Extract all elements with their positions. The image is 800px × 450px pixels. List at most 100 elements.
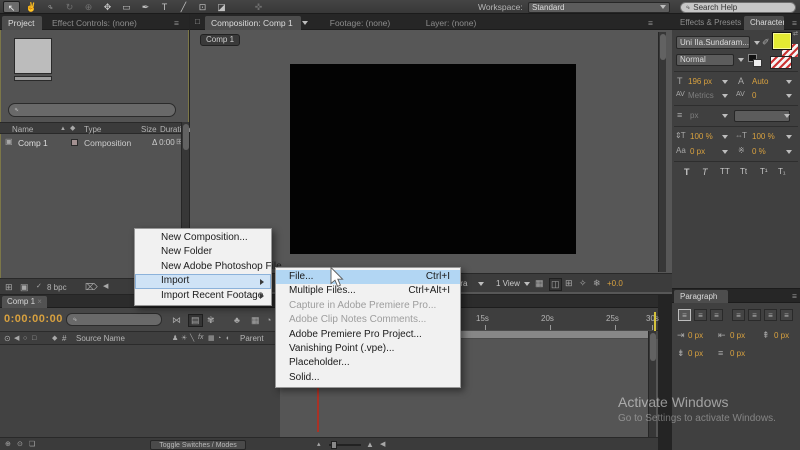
submenu-item-multiple-files[interactable]: Multiple Files...Ctrl+Alt+I <box>276 284 460 298</box>
align-center-button[interactable]: ≡ <box>694 309 707 321</box>
composition-breadcrumb[interactable]: Comp 1 <box>200 34 240 46</box>
faux-italic-button[interactable]: T <box>702 167 708 177</box>
zoom-slider-thumb[interactable] <box>331 441 337 449</box>
pixel-aspect-icon[interactable]: ✧ <box>579 279 587 288</box>
align-right-button[interactable]: ≡ <box>710 309 723 321</box>
composition-scrollbar-thumb[interactable] <box>660 34 666 60</box>
indent-right-value[interactable]: 0 px <box>730 331 745 340</box>
help-search-input[interactable]: ♀ Search Help <box>680 2 796 13</box>
hand-tool[interactable]: ✌ <box>23 1 40 13</box>
mini-flowchart-icon[interactable]: ⋈ <box>172 316 181 325</box>
collapse-panel-icon[interactable]: ◀ <box>103 283 108 290</box>
audio-icon[interactable]: ◀ <box>14 335 19 342</box>
kerning-value[interactable]: 0 <box>752 91 756 100</box>
tab-footage[interactable]: Footage: (none) <box>316 16 404 30</box>
new-folder-icon[interactable]: ▣ <box>20 283 29 292</box>
submenu-item-file[interactable]: File...Ctrl+I <box>276 270 460 284</box>
trash-icon[interactable]: ⌦ <box>85 283 98 292</box>
current-timecode[interactable]: 0:00:00:00 <box>4 313 63 325</box>
fx-switch-icon[interactable]: fx <box>198 334 203 341</box>
fast-previews-icon[interactable]: ❄ <box>593 279 601 288</box>
fill-color-swatch[interactable] <box>772 32 792 50</box>
baseline-shift-value[interactable]: 0 px <box>690 147 705 156</box>
leading-value[interactable]: Auto <box>752 77 768 86</box>
column-type[interactable]: Type <box>84 125 101 134</box>
indent-left-value[interactable]: 0 px <box>688 331 703 340</box>
submenu-item-solid[interactable]: Solid... <box>276 371 460 385</box>
label-column-icon[interactable]: ◆ <box>52 335 57 342</box>
timeline-scrollbar-thumb[interactable] <box>650 333 656 361</box>
motion-blur-icon[interactable]: ▦ <box>251 316 260 325</box>
quality-switch-icon[interactable]: ╲ <box>190 335 194 342</box>
kerning-caret-icon[interactable] <box>786 94 792 98</box>
vertical-scale-caret-icon[interactable] <box>722 135 728 139</box>
swap-fill-stroke-icon[interactable]: ⇄ <box>793 31 798 37</box>
justify-last-left-button[interactable]: ≡ <box>732 309 745 321</box>
baseline-shift-caret-icon[interactable] <box>722 150 728 154</box>
stroke-style-select[interactable] <box>734 110 790 122</box>
label-column-icon[interactable]: ◆ <box>70 125 75 132</box>
faux-bold-button[interactable]: T <box>684 167 690 177</box>
hide-shy-icon[interactable]: ✾ <box>207 316 215 325</box>
tab-paragraph[interactable]: Paragraph <box>674 290 728 303</box>
justify-last-center-button[interactable]: ≡ <box>748 309 761 321</box>
submenu-item-placeholder[interactable]: Placeholder... <box>276 356 460 370</box>
mini-stroke-swatch[interactable] <box>753 59 762 67</box>
puppet-pin-tool[interactable]: ✜ <box>250 1 267 13</box>
subscript-button[interactable]: T₁ <box>778 167 786 176</box>
stroke-none-swatch[interactable] <box>770 56 792 69</box>
eraser-tool[interactable]: ◪ <box>213 1 230 13</box>
character-panel-menu-icon[interactable]: ≡ <box>786 16 798 30</box>
expand-transfer-icon[interactable]: ⊙ <box>17 441 23 448</box>
column-size[interactable]: Size <box>141 125 157 134</box>
column-name[interactable]: Name <box>12 125 33 134</box>
font-size-value[interactable]: 196 px <box>688 77 712 86</box>
toggle-switches-modes-button[interactable]: Toggle Switches / Modes <box>150 440 246 450</box>
first-line-indent-value[interactable]: 0 px <box>774 331 789 340</box>
horizontal-scale-caret-icon[interactable] <box>786 135 792 139</box>
rotation-tool[interactable]: ↻ <box>61 1 78 13</box>
color-depth-check-icon[interactable]: ✓ <box>36 283 42 290</box>
composition-tab-caret-icon[interactable] <box>302 21 308 25</box>
menu-item-new-folder[interactable]: New Folder <box>135 245 271 259</box>
paragraph-panel-menu-icon[interactable]: ≡ <box>786 290 798 303</box>
eyedropper-icon[interactable]: ✐ <box>762 38 770 47</box>
composition-scrollbar[interactable] <box>658 32 666 272</box>
interpret-footage-icon[interactable]: ⊞ <box>5 283 13 292</box>
pen-tool[interactable]: ✒ <box>137 1 154 13</box>
index-column-label[interactable]: # <box>62 334 66 343</box>
clone-stamp-tool[interactable]: ⊡ <box>194 1 211 13</box>
menu-item-new-composition[interactable]: New Composition... <box>135 231 271 245</box>
type-tool[interactable]: T <box>156 1 173 13</box>
label-color-chip[interactable] <box>71 139 78 146</box>
zoom-tool[interactable]: ♀ <box>42 1 59 13</box>
video-eye-icon[interactable]: ⊙ <box>4 335 11 343</box>
horizontal-scale-value[interactable]: 100 % <box>752 132 775 141</box>
timeline-zoom-slider[interactable] <box>329 444 361 446</box>
project-panel-menu-icon[interactable]: ≡ <box>168 16 184 30</box>
justify-last-right-button[interactable]: ≡ <box>764 309 777 321</box>
submenu-item-vanishing-point[interactable]: Vanishing Point (.vpe)... <box>276 342 460 356</box>
project-search-input[interactable]: ♀ <box>8 103 176 117</box>
frame-blend-switch-icon[interactable]: ▦ <box>208 335 215 342</box>
brush-tool[interactable]: ╱ <box>175 1 192 13</box>
workspace-select[interactable]: Standard <box>528 2 670 13</box>
space-after-value[interactable]: 0 px <box>730 349 745 358</box>
zoom-in-mountain-icon[interactable]: ▲ <box>366 441 374 449</box>
timeline-tab-comp1[interactable]: Comp 1 × <box>2 296 47 308</box>
camera-tool[interactable]: ⊕ <box>80 1 97 13</box>
vertical-scale-value[interactable]: 100 % <box>690 132 713 141</box>
sort-ascending-icon[interactable]: ▲ <box>60 126 66 132</box>
composition-viewport[interactable] <box>290 64 576 254</box>
shape-tool[interactable]: ▭ <box>118 1 135 13</box>
tab-effect-controls[interactable]: Effect Controls: (none) <box>46 16 164 30</box>
project-scrollbar-thumb[interactable] <box>183 124 189 150</box>
motion-blur-switch-icon[interactable]: ◔ <box>217 335 221 342</box>
stroke-width-unit[interactable]: px <box>690 111 698 120</box>
parent-column[interactable]: Parent <box>240 334 264 343</box>
collapse-switch-icon[interactable]: ☀ <box>181 335 187 342</box>
grid-guides-icon[interactable]: ▦ <box>535 279 544 288</box>
source-name-column[interactable]: Source Name <box>76 334 125 343</box>
zoom-out-mountain-icon[interactable]: ▴ <box>317 441 321 448</box>
justify-all-button[interactable]: ≡ <box>780 309 793 321</box>
